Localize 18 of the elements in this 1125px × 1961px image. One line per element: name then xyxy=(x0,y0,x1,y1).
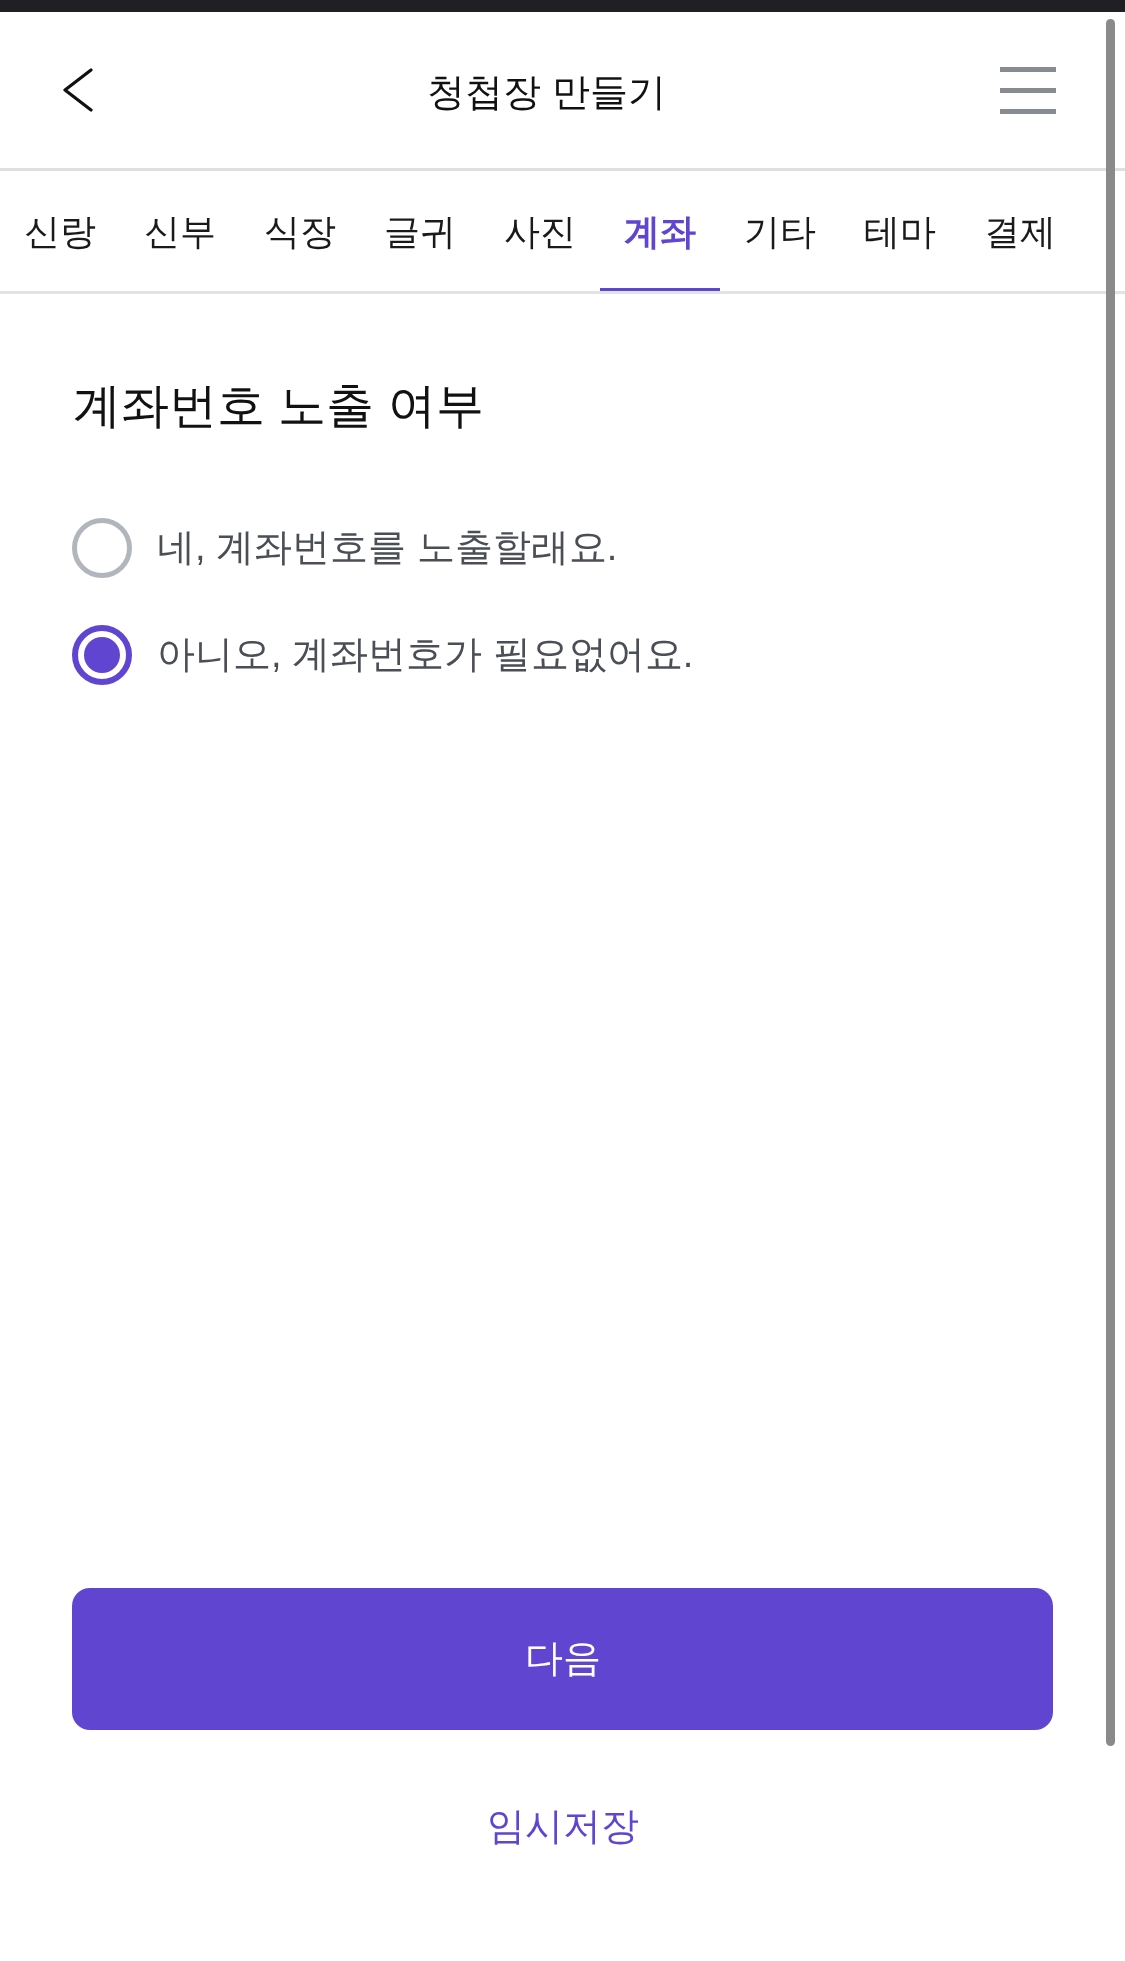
tab[interactable]: 신부 xyxy=(120,171,240,291)
option-label[interactable]: 네, 계좌번호를 노출할래요. xyxy=(157,524,618,571)
tab[interactable]: 기타 xyxy=(720,171,840,291)
scrollbar[interactable] xyxy=(1106,19,1115,1746)
page-title: 청첩장 만들기 xyxy=(427,70,666,116)
option-label[interactable]: 아니오, 계좌번호가 필요없어요. xyxy=(157,631,694,678)
temporary-save-link[interactable]: 임시저장 xyxy=(486,1800,639,1852)
tab[interactable]: 글귀 xyxy=(360,171,480,291)
tab[interactable]: 테마 xyxy=(840,171,960,291)
tab[interactable]: 식장 xyxy=(240,171,360,291)
tab[interactable]: 결제 xyxy=(960,171,1080,291)
menu-icon[interactable] xyxy=(1000,66,1056,114)
section-heading: 계좌번호 노출 여부 xyxy=(73,378,484,434)
next-button[interactable]: 다음 xyxy=(72,1587,1053,1730)
tab[interactable]: 신랑 xyxy=(0,171,120,291)
tab[interactable]: 계좌 xyxy=(600,171,720,291)
back-icon[interactable] xyxy=(62,68,93,112)
tab[interactable]: 사진 xyxy=(480,171,600,291)
